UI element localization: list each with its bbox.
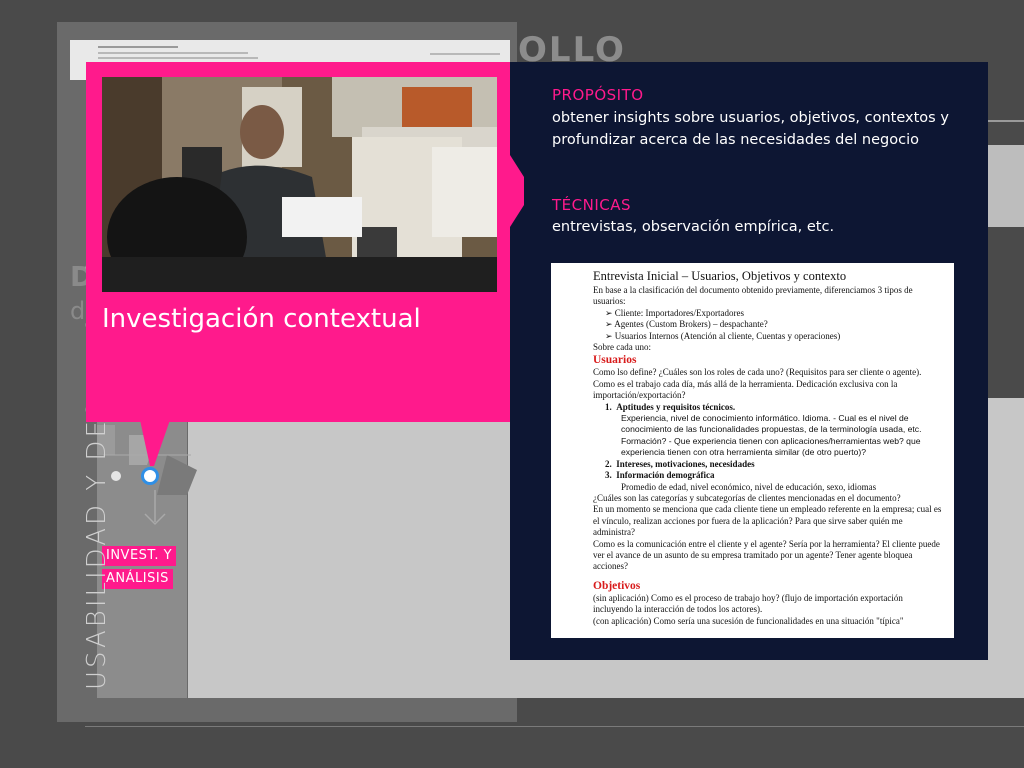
question: Como es la comunicación entre el cliente… bbox=[593, 538, 940, 572]
purpose-text: obtener insights sobre usuarios, objetiv… bbox=[552, 110, 949, 148]
list-item: 2. Intereses, motivaciones, necesidades bbox=[605, 458, 755, 469]
techniques-title: TÉCNICAS bbox=[552, 196, 632, 214]
goal-text: (con aplicación) Como sería una sucesión… bbox=[593, 615, 904, 626]
list-item: ➢ Cliente: Importadores/Exportadores bbox=[605, 307, 745, 318]
photo-illustration bbox=[102, 77, 497, 292]
item-text: Experiencia, nivel de conocimiento infor… bbox=[621, 413, 922, 458]
item-text: Promedio de edad, nivel económico, nivel… bbox=[621, 481, 877, 492]
techniques-text: entrevistas, observación empírica, etc. bbox=[552, 219, 835, 235]
background-right-rule bbox=[988, 120, 1024, 122]
item-title: Información demográfica bbox=[616, 470, 715, 481]
question: ¿Cuáles son las categorías y subcategorí… bbox=[593, 492, 901, 503]
list-item: ➢ Agentes (Custom Brokers) – despachante… bbox=[605, 319, 768, 330]
document-title: Entrevista Inicial – Usuarios, Objetivos… bbox=[593, 269, 847, 283]
user-type: Usuarios Internos (Atención al cliente, … bbox=[614, 330, 841, 341]
section-users-heading: Usuarios bbox=[593, 354, 637, 367]
list-item: 1. Aptitudes y requisitos técnicos. bbox=[605, 401, 736, 412]
list-item: ➢ Usuarios Internos (Atención al cliente… bbox=[605, 330, 841, 341]
document-intro: En base a la clasificación del documento… bbox=[593, 285, 913, 307]
phase-label-line: INVEST. Y bbox=[102, 546, 177, 566]
callout-title: Investigación contextual bbox=[102, 304, 421, 334]
background-bottom-rule bbox=[85, 726, 1024, 727]
user-type: Agentes (Custom Brokers) – despachante? bbox=[614, 319, 768, 330]
interview-document: Entrevista Inicial – Usuarios, Objetivos… bbox=[551, 263, 954, 638]
item-title: Intereses, motivaciones, necesidades bbox=[616, 458, 755, 469]
background-right-strip bbox=[988, 145, 1024, 227]
office-photo bbox=[102, 77, 497, 292]
item-title: Aptitudes y requisitos técnicos. bbox=[616, 401, 736, 412]
question: Como es el trabajo cada día, más allá de… bbox=[593, 378, 898, 401]
question: Como lso define? ¿Cuáles son los roles d… bbox=[593, 367, 922, 378]
phase-label: INVEST. Y ANÁLISIS bbox=[102, 546, 177, 592]
list-item: 3. Información demográfica bbox=[605, 470, 715, 481]
goal-text: (sin aplicación) Como es el proceso de t… bbox=[593, 592, 903, 615]
section-goals-heading: Objetivos bbox=[593, 579, 641, 592]
panel-notch bbox=[510, 155, 524, 227]
user-type: Cliente: Importadores/Exportadores bbox=[614, 307, 745, 318]
callout-tail bbox=[140, 420, 170, 466]
arrow-down-icon bbox=[144, 490, 166, 526]
phase-label-line: ANÁLISIS bbox=[102, 569, 173, 589]
timeline-step-dot[interactable] bbox=[111, 471, 121, 481]
purpose-title: PROPÓSITO bbox=[552, 86, 644, 104]
question: En un momento se menciona que cada clien… bbox=[593, 504, 942, 538]
document-about-each: Sobre cada uno: bbox=[593, 342, 651, 353]
